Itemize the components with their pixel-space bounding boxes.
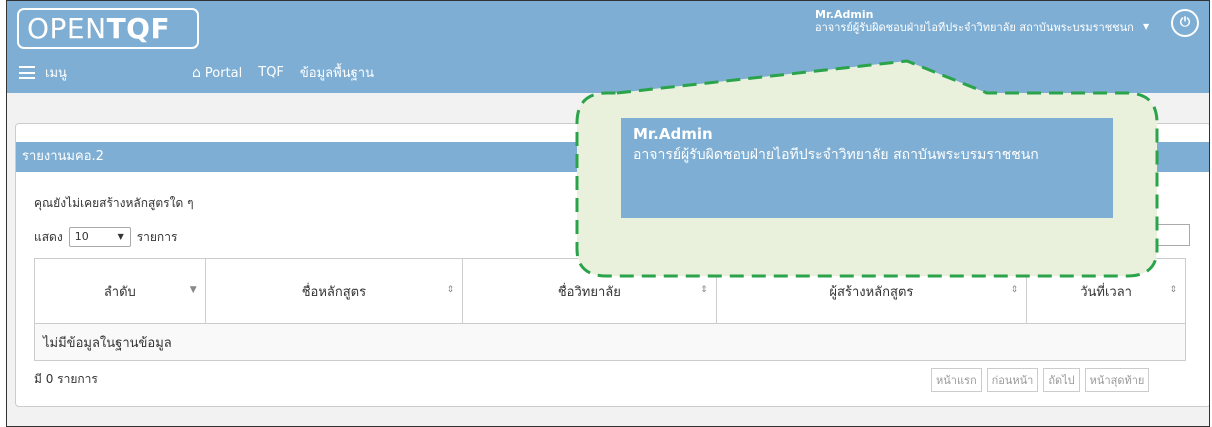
callout-user-box: Mr.Admin อาจารย์ผู้รับผิดชอบฝ่ายไอทีประจ… (621, 118, 1113, 218)
callout-user-name: Mr.Admin (633, 125, 713, 143)
callout-user-role: อาจารย์ผู้รับผิดชอบฝ่ายไอทีประจำวิทยาลัย… (633, 147, 1039, 163)
app-window: OPENTQF เมนู ⌂ Portal TQF ข้อมูลพื้นฐาน M… (6, 0, 1210, 427)
